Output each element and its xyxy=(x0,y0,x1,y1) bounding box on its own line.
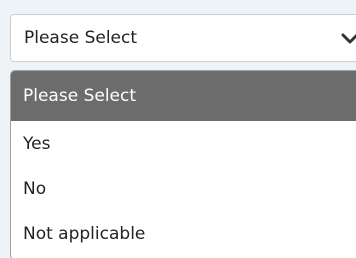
select-dropdown[interactable]: Please Select xyxy=(10,14,356,62)
option-please-select[interactable]: Please Select xyxy=(11,71,356,121)
dropdown-options-list: Please Select Yes No Not applicable xyxy=(10,70,356,258)
option-not-applicable[interactable]: Not applicable xyxy=(11,212,356,256)
chevron-down-icon[interactable] xyxy=(341,30,356,46)
select-current-value: Please Select xyxy=(24,28,138,48)
option-yes[interactable]: Yes xyxy=(11,122,356,166)
form-field-area: Please Select Please Select Yes No Not a… xyxy=(0,0,356,258)
option-no[interactable]: No xyxy=(11,167,356,211)
